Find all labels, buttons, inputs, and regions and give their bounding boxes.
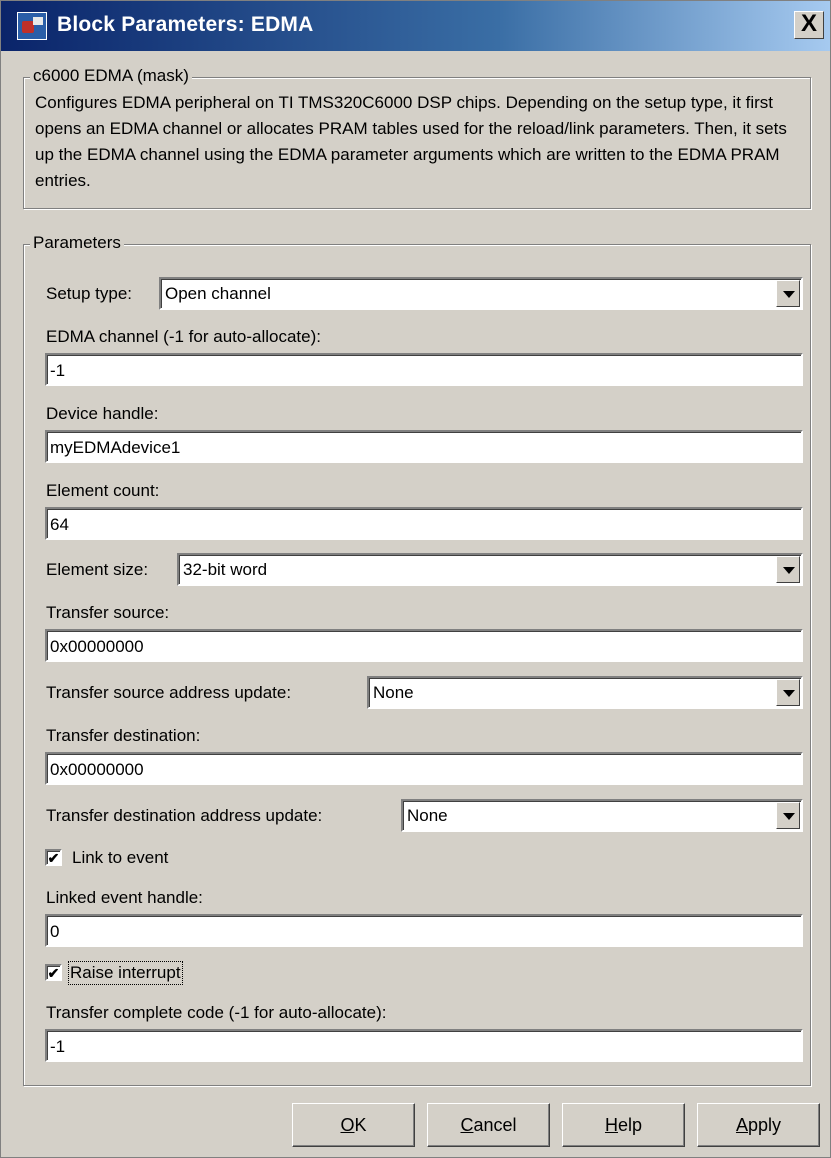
window-title: Block Parameters: EDMA: [57, 13, 314, 36]
help-label-rest: elp: [617, 1115, 643, 1135]
chevron-down-icon[interactable]: [776, 679, 800, 706]
element-size-label: Element size:: [46, 560, 149, 579]
element-count-input[interactable]: 64: [45, 507, 803, 540]
device-handle-label: Device handle:: [46, 404, 159, 423]
mask-group: c6000 EDMA (mask) Configures EDMA periph…: [23, 66, 811, 209]
close-icon: X: [800, 10, 817, 37]
cancel-label-rest: ancel: [473, 1115, 517, 1135]
mask-description: Configures EDMA peripheral on TI TMS320C…: [35, 93, 787, 190]
element-count-label: Element count:: [46, 481, 160, 500]
setup-type-value: Open channel: [165, 284, 271, 303]
cancel-mnemonic: C: [460, 1115, 474, 1135]
transfer-source-input[interactable]: 0x00000000: [45, 629, 803, 662]
block-parameters-dialog: Block Parameters: EDMA X c6000 EDMA (mas…: [0, 0, 831, 1158]
transfer-destination-label: Transfer destination:: [46, 726, 201, 745]
ok-button[interactable]: OK: [292, 1103, 415, 1147]
mask-legend: c6000 EDMA (mask): [30, 66, 192, 86]
link-to-event-checkbox[interactable]: ✔: [45, 849, 62, 866]
transfer-destination-input[interactable]: 0x00000000: [45, 752, 803, 785]
raise-interrupt-label[interactable]: Raise interrupt: [68, 961, 183, 985]
cancel-button[interactable]: Cancel: [427, 1103, 550, 1147]
check-icon: ✔: [47, 850, 60, 866]
link-to-event-label[interactable]: Link to event: [72, 848, 168, 868]
help-mnemonic: H: [604, 1115, 618, 1135]
transfer-complete-code-label: Transfer complete code (-1 for auto-allo…: [46, 1003, 387, 1022]
setup-type-select[interactable]: Open channel: [159, 277, 803, 310]
device-handle-input[interactable]: myEDMAdevice1: [45, 430, 803, 463]
ok-label-rest: K: [354, 1115, 367, 1135]
apply-label-rest: pply: [747, 1115, 782, 1135]
parameters-legend: Parameters: [30, 233, 124, 253]
apply-mnemonic: A: [735, 1115, 748, 1135]
app-icon: [17, 12, 47, 40]
close-button[interactable]: X: [794, 11, 824, 39]
destination-update-label: Transfer destination address update:: [46, 806, 323, 825]
transfer-source-label: Transfer source:: [46, 603, 170, 622]
raise-interrupt-checkbox[interactable]: ✔: [45, 964, 62, 981]
destination-update-value: None: [407, 806, 448, 825]
chevron-down-icon[interactable]: [776, 556, 800, 583]
linked-event-handle-input[interactable]: 0: [45, 914, 803, 947]
setup-type-label: Setup type:: [46, 284, 133, 303]
title-bar[interactable]: Block Parameters: EDMA X: [1, 1, 830, 51]
source-update-label: Transfer source address update:: [46, 683, 292, 702]
transfer-complete-code-input[interactable]: -1: [45, 1029, 803, 1062]
chevron-down-icon[interactable]: [776, 802, 800, 829]
destination-update-select[interactable]: None: [401, 799, 803, 832]
chevron-down-icon[interactable]: [776, 280, 800, 307]
source-update-select[interactable]: None: [367, 676, 803, 709]
apply-button[interactable]: Apply: [697, 1103, 820, 1147]
ok-mnemonic: O: [340, 1115, 355, 1135]
check-icon: ✔: [47, 965, 60, 981]
edma-channel-input[interactable]: -1: [45, 353, 803, 386]
linked-event-handle-label: Linked event handle:: [46, 888, 203, 907]
edma-channel-label: EDMA channel (-1 for auto-allocate):: [46, 327, 321, 346]
help-button[interactable]: Help: [562, 1103, 685, 1147]
source-update-value: None: [373, 683, 414, 702]
element-size-select[interactable]: 32-bit word: [177, 553, 803, 586]
element-size-value: 32-bit word: [183, 560, 268, 579]
